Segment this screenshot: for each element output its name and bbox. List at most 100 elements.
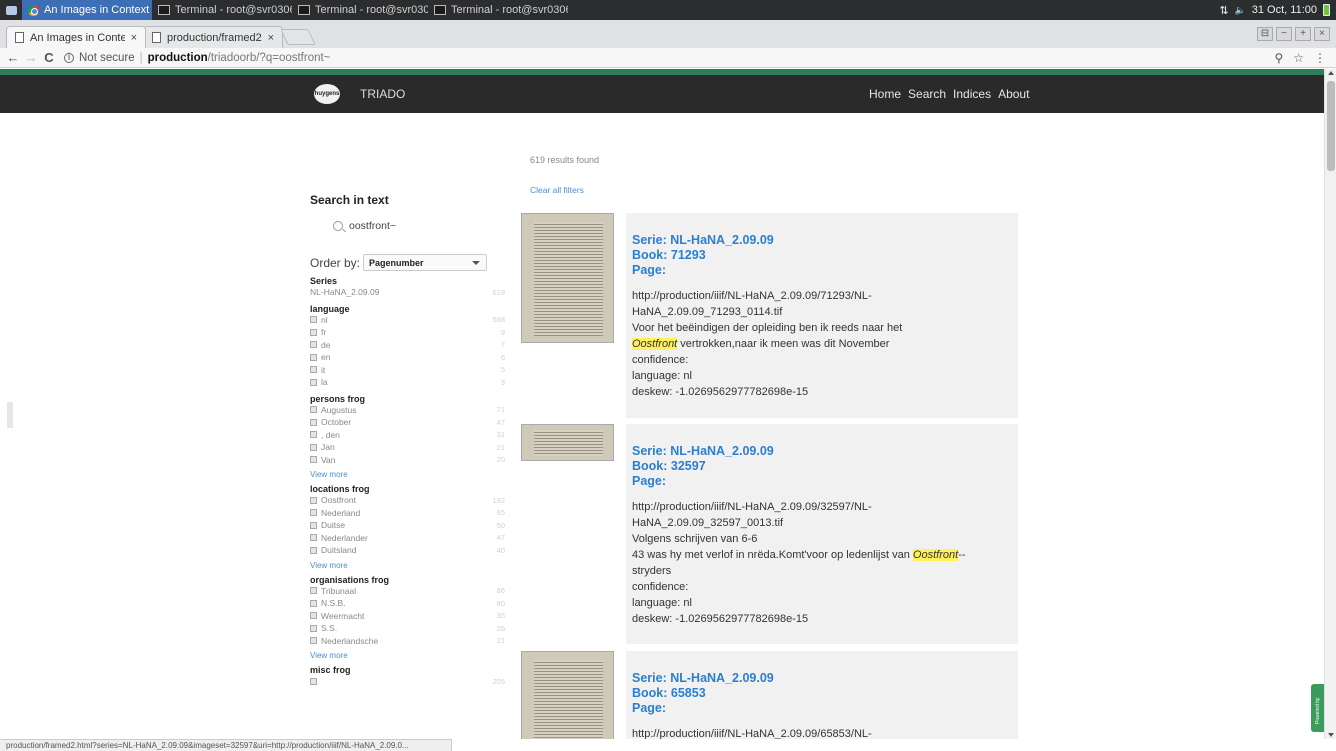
facet-option[interactable]: Duitsland 40 — [310, 544, 505, 557]
facet-option[interactable]: de 7 — [310, 339, 505, 352]
facet-option[interactable]: Jan 21 — [310, 441, 505, 454]
facet-checkbox[interactable] — [310, 637, 317, 645]
facet-checkbox[interactable] — [310, 341, 317, 349]
facet-option[interactable]: October 47 — [310, 416, 505, 429]
facet-option[interactable]: , den 31 — [310, 429, 505, 442]
facet-option[interactable]: S.S. 26 — [310, 622, 505, 635]
scroll-down-icon[interactable] — [1328, 733, 1334, 737]
facet-checkbox[interactable] — [310, 521, 317, 529]
facet-option[interactable]: 205 — [310, 675, 505, 688]
site-brand[interactable]: TRIADO — [360, 87, 405, 101]
facet-checkbox[interactable] — [310, 496, 317, 504]
facet-checkbox[interactable] — [310, 443, 317, 451]
order-by-select[interactable]: Pagenumber — [363, 254, 488, 271]
nav-search[interactable]: Search — [908, 87, 946, 101]
browser-tab-active[interactable]: An Images in Context Si × — [6, 26, 146, 48]
facet-checkbox[interactable] — [310, 316, 317, 324]
facet-option[interactable]: en 6 — [310, 351, 505, 364]
network-icon[interactable]: ⇅ — [1219, 4, 1228, 17]
facet-option[interactable]: Van 20 — [310, 454, 505, 467]
window-maximize-icon[interactable]: + — [1295, 27, 1311, 41]
volume-icon[interactable]: 🔈 — [1235, 5, 1246, 16]
scroll-up-icon[interactable] — [1328, 71, 1334, 75]
facet-checkbox[interactable] — [310, 677, 317, 685]
taskbar-task-chrome[interactable]: An Images in Context Sidetr... — [22, 0, 152, 20]
facet-checkbox[interactable] — [310, 599, 317, 607]
address-bar[interactable]: i Not secure | production /triadoorb/?q=… — [64, 49, 1274, 67]
browser-tab[interactable]: production/framed2.htm × — [143, 26, 283, 48]
facet-option[interactable]: N.S.B. 80 — [310, 597, 505, 610]
facet-checkbox[interactable] — [310, 624, 317, 632]
close-tab-icon[interactable]: × — [131, 32, 137, 44]
nav-indices[interactable]: Indices — [953, 87, 991, 101]
security-label[interactable]: Not secure — [79, 52, 135, 64]
facet-checkbox[interactable] — [310, 431, 317, 439]
result-thumbnail[interactable] — [521, 213, 614, 343]
clear-filters-link[interactable]: Clear all filters — [530, 185, 584, 195]
facet-option[interactable]: Nederland 65 — [310, 507, 505, 520]
info-icon[interactable]: i — [64, 52, 74, 63]
result-page-link[interactable]: Page: — [632, 701, 1018, 716]
facet-option[interactable]: Augustus 71 — [310, 404, 505, 417]
zoom-icon[interactable]: ⚲ — [1274, 51, 1283, 65]
powered-by-tab[interactable]: Powered by — [1311, 684, 1324, 732]
facet-checkbox[interactable] — [310, 456, 317, 464]
result-thumbnail[interactable] — [521, 651, 614, 739]
facet-checkbox[interactable] — [310, 366, 317, 374]
facet-option[interactable]: Nederlander 47 — [310, 532, 505, 545]
facet-option[interactable]: fr 9 — [310, 326, 505, 339]
view-more-link[interactable]: View more — [310, 470, 505, 479]
facet-checkbox[interactable] — [310, 534, 317, 542]
taskbar-task-terminal-1[interactable]: Terminal - root@svr0306:~ — [152, 0, 292, 20]
back-icon[interactable]: ← — [4, 50, 22, 65]
facet-checkbox[interactable] — [310, 612, 317, 620]
start-menu-button[interactable] — [0, 0, 22, 20]
nav-home[interactable]: Home — [869, 87, 901, 101]
facet-option[interactable]: NL-HaNA_2.09.09 619 — [310, 286, 505, 299]
battery-icon[interactable] — [1323, 4, 1330, 16]
facet-checkbox[interactable] — [310, 378, 317, 386]
view-more-link[interactable]: View more — [310, 651, 505, 660]
result-page-link[interactable]: Page: — [632, 474, 1018, 489]
facet-checkbox[interactable] — [310, 418, 317, 426]
facet-checkbox[interactable] — [310, 406, 317, 414]
result-serie-link[interactable]: Serie: NL-HaNA_2.09.09 — [632, 444, 1018, 459]
result-book-link[interactable]: Book: 65853 — [632, 686, 1018, 701]
result-page-link[interactable]: Page: — [632, 263, 1018, 278]
facet-checkbox[interactable] — [310, 546, 317, 554]
forward-icon[interactable]: → — [22, 50, 40, 65]
new-tab-button[interactable] — [280, 29, 316, 45]
facet-option[interactable]: Oostfront 192 — [310, 494, 505, 507]
browser-menu-icon[interactable]: ⋮ — [1314, 51, 1326, 65]
close-tab-icon[interactable]: × — [268, 32, 274, 44]
result-book-link[interactable]: Book: 32597 — [632, 459, 1018, 474]
facet-checkbox[interactable] — [310, 328, 317, 336]
result-book-link[interactable]: Book: 71293 — [632, 248, 1018, 263]
clock[interactable]: 31 Oct, 11:00 — [1252, 4, 1317, 16]
page-scrollbar[interactable] — [1324, 69, 1336, 739]
scrollbar-thumb[interactable] — [1327, 81, 1335, 171]
facet-checkbox[interactable] — [310, 587, 317, 595]
nav-about[interactable]: About — [998, 87, 1029, 101]
facet-option[interactable]: Duitse 50 — [310, 519, 505, 532]
view-more-link[interactable]: View more — [310, 561, 505, 570]
result-thumbnail[interactable] — [521, 424, 614, 461]
window-minimize-icon[interactable]: − — [1276, 27, 1292, 41]
facet-option[interactable]: nl 588 — [310, 314, 505, 327]
result-serie-link[interactable]: Serie: NL-HaNA_2.09.09 — [632, 233, 1018, 248]
facet-option[interactable]: it 5 — [310, 364, 505, 377]
window-restore-icon[interactable]: ⊟ — [1257, 27, 1273, 41]
facet-option[interactable]: Tribunaal 86 — [310, 585, 505, 598]
taskbar-task-terminal-2[interactable]: Terminal - root@svr0306:~ — [292, 0, 428, 20]
facet-checkbox[interactable] — [310, 509, 317, 517]
result-serie-link[interactable]: Serie: NL-HaNA_2.09.09 — [632, 671, 1018, 686]
facet-option[interactable]: Nederlandsche 21 — [310, 635, 505, 648]
window-close-icon[interactable]: × — [1314, 27, 1330, 41]
search-input[interactable]: oostfront~ — [310, 220, 505, 232]
bookmark-star-icon[interactable]: ☆ — [1293, 51, 1304, 65]
facet-option[interactable]: Weermacht 35 — [310, 610, 505, 623]
facet-checkbox[interactable] — [310, 353, 317, 361]
reload-icon[interactable]: C — [40, 50, 58, 65]
facet-option[interactable]: la 3 — [310, 376, 505, 389]
taskbar-task-terminal-3[interactable]: Terminal - root@svr0306:~ — [428, 0, 568, 20]
